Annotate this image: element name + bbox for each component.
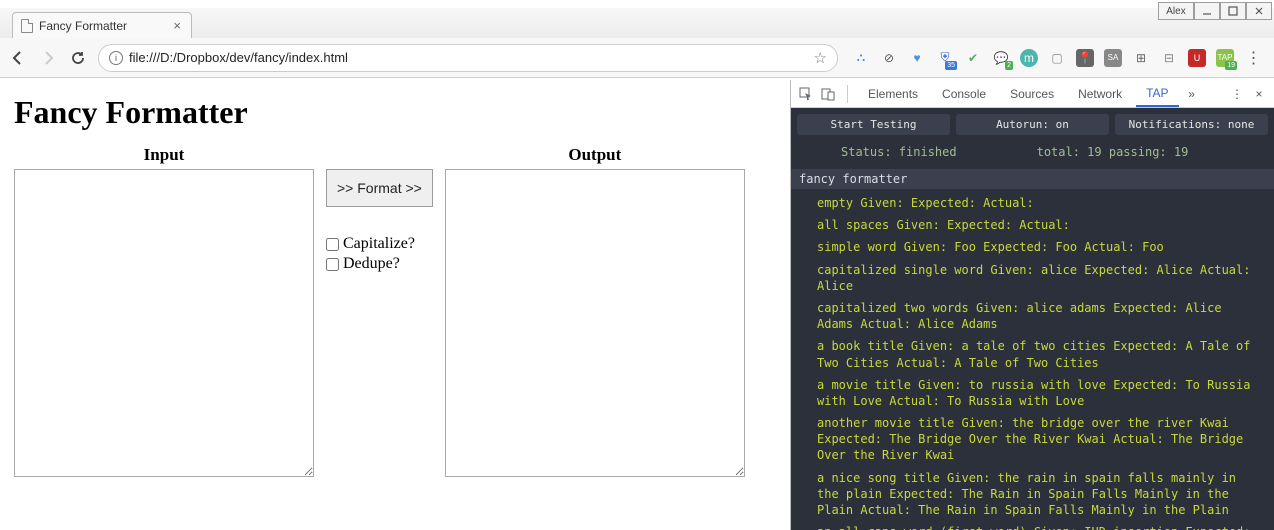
tap-result-row: capitalized single word Given: alice Exp… (817, 262, 1264, 294)
devtools-tab-tap[interactable]: TAP (1136, 81, 1178, 107)
output-textarea[interactable] (445, 169, 745, 477)
forward-button[interactable] (38, 48, 58, 68)
input-label: Input (144, 145, 185, 165)
square-extension-icon[interactable]: ▢ (1048, 49, 1066, 67)
tap-totals-text: total: 19 passing: 19 (1037, 145, 1189, 159)
browser-menu-button[interactable]: ⋮ (1244, 49, 1262, 67)
pin-extension-icon[interactable]: 📍 (1076, 49, 1094, 67)
devtools-tab-sources[interactable]: Sources (1000, 81, 1064, 107)
window-maximize-button[interactable] (1220, 2, 1246, 20)
tap-result-row: an all-caps word (first word) Given: IUD… (817, 524, 1264, 530)
tap-status-text: Status: finished (841, 145, 957, 159)
bookmark-star-icon[interactable]: ☆ (814, 49, 827, 67)
chat-extension-icon[interactable]: 💬2 (992, 49, 1010, 67)
noscript-extension-icon[interactable]: ⊘ (880, 49, 898, 67)
dedupe-option[interactable]: Dedupe? (326, 255, 415, 273)
translate-extension-icon[interactable]: ⛬ (852, 49, 870, 67)
tap-results-list: empty Given: Expected: Actual: all spaces… (791, 189, 1274, 530)
device-toggle-icon[interactable] (819, 85, 837, 103)
tap-extension-icon[interactable]: TAP19 (1216, 49, 1234, 67)
reload-button[interactable] (68, 48, 88, 68)
tap-notifications-button[interactable]: Notifications: none (1115, 114, 1268, 135)
back-button[interactable] (8, 48, 28, 68)
tap-result-row: all spaces Given: Expected: Actual: (817, 217, 1264, 233)
window-close-button[interactable] (1246, 2, 1272, 20)
capitalize-label: Capitalize? (343, 235, 415, 253)
capitalize-option[interactable]: Capitalize? (326, 235, 415, 253)
brave-extension-icon[interactable]: ♥ (908, 49, 926, 67)
devtools-menu-icon[interactable]: ⋮ (1228, 85, 1246, 103)
check-extension-icon[interactable]: ✔ (964, 49, 982, 67)
format-button[interactable]: >> Format >> (326, 169, 433, 207)
devtools-tab-console[interactable]: Console (932, 81, 996, 107)
tap-result-row: empty Given: Expected: Actual: (817, 195, 1264, 211)
dash-extension-icon[interactable]: ⊟ (1160, 49, 1178, 67)
tap-result-row: a book title Given: a tale of two cities… (817, 338, 1264, 370)
user-label: Alex (1158, 2, 1194, 20)
dedupe-checkbox[interactable] (326, 258, 339, 271)
window-minimize-button[interactable] (1194, 2, 1220, 20)
shield-extension-icon[interactable]: ⛨35 (936, 49, 954, 67)
devtools-more-tabs-icon[interactable]: » (1183, 85, 1201, 103)
input-textarea[interactable] (14, 169, 314, 477)
tap-result-row: simple word Given: Foo Expected: Foo Act… (817, 239, 1264, 255)
ruler-extension-icon[interactable]: ⊞ (1132, 49, 1150, 67)
tap-result-row: a movie title Given: to russia with love… (817, 377, 1264, 409)
document-icon (21, 19, 33, 33)
tap-start-button[interactable]: Start Testing (797, 114, 950, 135)
tap-result-row: capitalized two words Given: alice adams… (817, 300, 1264, 332)
devtools-tab-network[interactable]: Network (1068, 81, 1132, 107)
red-extension-icon[interactable]: U (1188, 49, 1206, 67)
tap-autorun-button[interactable]: Autorun: on (956, 114, 1109, 135)
inspect-element-icon[interactable] (797, 85, 815, 103)
devtools-close-icon[interactable]: × (1250, 85, 1268, 103)
sa-extension-icon[interactable]: SA (1104, 49, 1122, 67)
dedupe-label: Dedupe? (343, 255, 400, 273)
browser-tab[interactable]: Fancy Formatter × (12, 12, 192, 38)
output-label: Output (568, 145, 621, 165)
page-title: Fancy Formatter (14, 94, 776, 131)
url-text: file:///D:/Dropbox/dev/fancy/index.html (129, 50, 808, 65)
tap-result-row: another movie title Given: the bridge ov… (817, 415, 1264, 464)
site-info-icon[interactable]: i (109, 51, 123, 65)
capitalize-checkbox[interactable] (326, 238, 339, 251)
tap-suite-name: fancy formatter (791, 169, 1274, 189)
tab-title: Fancy Formatter (39, 19, 127, 33)
address-bar[interactable]: i file:///D:/Dropbox/dev/fancy/index.htm… (98, 44, 838, 72)
devtools-tab-elements[interactable]: Elements (858, 81, 928, 107)
m-extension-icon[interactable]: m (1020, 49, 1038, 67)
tab-close-button[interactable]: × (173, 18, 181, 33)
tap-result-row: a nice song title Given: the rain in spa… (817, 470, 1264, 519)
